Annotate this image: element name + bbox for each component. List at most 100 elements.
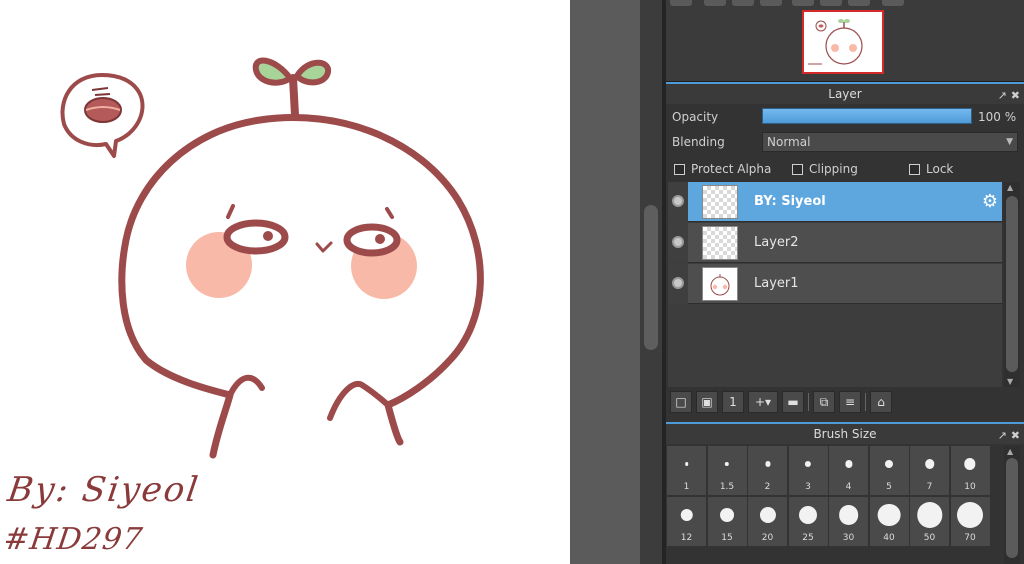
- brush-size-cell[interactable]: 4: [829, 446, 868, 495]
- brush-dot-icon: [877, 503, 901, 527]
- brush-size-label: 2: [764, 482, 771, 492]
- preview-image: [808, 19, 863, 65]
- brush-dot-icon: [916, 502, 943, 528]
- navigator-zoom-out-button[interactable]: [670, 0, 692, 6]
- right-eye: [343, 223, 401, 257]
- visibility-icon[interactable]: [672, 277, 684, 289]
- brush-size-cell[interactable]: 20: [748, 497, 787, 546]
- trash-icon[interactable]: ⌂: [870, 391, 892, 413]
- canvas-workspace-background: [570, 0, 640, 564]
- popout-icon[interactable]: ↗: [998, 86, 1007, 106]
- brush-dot-icon: [759, 506, 776, 524]
- brush-size-label: 30: [842, 533, 855, 543]
- close-icon[interactable]: ✖: [1011, 86, 1020, 106]
- layer-panel-title: Layer: [828, 87, 862, 101]
- clipping-label: Clipping: [809, 162, 858, 176]
- navigator-preview[interactable]: [802, 10, 884, 74]
- brush-size-cell[interactable]: 15: [707, 497, 747, 546]
- new-halftone-layer-icon[interactable]: ▣: [696, 391, 718, 413]
- brush-dot-icon: [964, 458, 976, 470]
- brush-size-label: 15: [721, 533, 733, 543]
- navigator-settings-button[interactable]: [882, 0, 904, 6]
- left-eye: [223, 219, 289, 255]
- drawing-canvas[interactable]: By: Siyeol #HD297: [0, 0, 570, 564]
- brush-size-cell[interactable]: 70: [950, 497, 990, 546]
- new-1bit-layer-icon[interactable]: 1: [722, 391, 744, 413]
- brush-dot-icon: [764, 461, 771, 467]
- brush-dot-icon: [684, 462, 689, 466]
- chevron-down-icon: ▼: [1006, 137, 1013, 147]
- brush-size-cell[interactable]: 3: [788, 446, 828, 495]
- navigator-reset-button[interactable]: [848, 0, 870, 6]
- visibility-icon[interactable]: [672, 236, 684, 248]
- brush-size-panel: Brush Size ↗ ✖ 1 1.5 2 3 4 5 7 10 12 15 20 25 30 40 50…: [666, 422, 1024, 564]
- signature-text: By: Siyeol: [5, 470, 203, 510]
- layer-row-layer2[interactable]: Layer2: [668, 223, 1002, 263]
- brush-dot-icon: [804, 460, 812, 468]
- brush-size-label: 1.5: [719, 482, 735, 492]
- brush-size-label: 1: [683, 482, 690, 492]
- layer-toolbar: □ ▣ 1 +▾ ▬ ⧉ ≡ ⌂: [670, 390, 970, 414]
- brush-size-cell[interactable]: 25: [788, 497, 828, 546]
- brush-dot-icon: [844, 460, 853, 468]
- merge-layer-icon[interactable]: ≡: [839, 391, 861, 413]
- scroll-up-icon[interactable]: ▲: [1007, 183, 1013, 192]
- brush-size-cell[interactable]: 2: [748, 446, 787, 495]
- brush-size-label: 5: [886, 482, 892, 492]
- blending-select[interactable]: Normal ▼: [762, 132, 1018, 152]
- brush-scroll-thumb[interactable]: [1006, 458, 1018, 558]
- canvas-scroll-thumb[interactable]: [644, 205, 658, 350]
- layer-list-scrollbar[interactable]: ▲ ▼: [1004, 182, 1020, 387]
- brush-size-cell[interactable]: 5: [869, 446, 909, 495]
- clipping-checkbox[interactable]: Clipping: [792, 162, 858, 176]
- brush-panel-scrollbar[interactable]: ▲: [1004, 446, 1020, 564]
- popout-icon[interactable]: ↗: [998, 426, 1007, 446]
- navigator-zoom-in-button[interactable]: [704, 0, 726, 6]
- brush-size-cell[interactable]: 1.5: [707, 446, 747, 495]
- protect-alpha-checkbox[interactable]: Protect Alpha: [674, 162, 771, 176]
- layer-scroll-thumb[interactable]: [1006, 196, 1018, 372]
- brush-size-label: 7: [926, 482, 933, 492]
- brush-size-label: 10: [964, 482, 976, 492]
- brush-size-cell[interactable]: 30: [829, 497, 868, 546]
- scroll-up-icon[interactable]: ▲: [1007, 447, 1013, 456]
- brush-size-label: 50: [923, 533, 936, 543]
- navigator-rotate-left-button[interactable]: [792, 0, 814, 6]
- checkbox-box[interactable]: [792, 163, 803, 175]
- scroll-down-icon[interactable]: ▼: [1007, 377, 1013, 386]
- lock-checkbox[interactable]: Lock: [909, 162, 953, 176]
- brush-size-label: 40: [883, 533, 895, 543]
- navigator-flip-button[interactable]: [760, 0, 782, 6]
- brush-size-cell[interactable]: 50: [910, 497, 949, 546]
- visibility-icon[interactable]: [672, 195, 684, 207]
- right-leaf: [293, 59, 331, 86]
- brush-size-label: 4: [845, 482, 852, 492]
- brush-size-cell[interactable]: 12: [667, 497, 706, 546]
- new-layer-icon[interactable]: □: [670, 391, 692, 413]
- opacity-slider[interactable]: [762, 108, 972, 124]
- layer-row-by-siyeol[interactable]: BY: Siyeol ⚙: [668, 182, 1002, 222]
- duplicate-layer-icon[interactable]: ⧉: [813, 391, 835, 413]
- brush-size-cell[interactable]: 40: [869, 497, 909, 546]
- add-layer-dropdown-icon[interactable]: +▾: [748, 391, 778, 413]
- opacity-value: 100 %: [978, 110, 1017, 124]
- navigator-rotate-right-button[interactable]: [820, 0, 842, 6]
- blending-label: Blending: [672, 135, 725, 149]
- canvas-vertical-scrollbar[interactable]: [640, 0, 662, 564]
- layer-thumbnail: [702, 267, 738, 301]
- brush-size-cell[interactable]: 10: [950, 446, 990, 495]
- close-icon[interactable]: ✖: [1011, 426, 1020, 446]
- gear-icon[interactable]: ⚙: [982, 191, 998, 212]
- mouth: [315, 241, 333, 253]
- checkbox-box[interactable]: [674, 163, 685, 175]
- opacity-label: Opacity: [672, 110, 719, 124]
- folder-icon[interactable]: ▬: [782, 391, 804, 413]
- brush-dot-icon: [884, 459, 894, 469]
- layer-row-layer1[interactable]: Layer1: [668, 264, 1002, 304]
- layer-panel-header: Layer ↗ ✖: [666, 82, 1024, 104]
- layer-panel: Layer ↗ ✖ Opacity 100 % Blending Normal …: [666, 82, 1024, 422]
- brush-size-cell[interactable]: 1: [667, 446, 706, 495]
- navigator-fit-button[interactable]: [732, 0, 754, 6]
- checkbox-box[interactable]: [909, 163, 920, 175]
- brush-size-cell[interactable]: 7: [910, 446, 949, 495]
